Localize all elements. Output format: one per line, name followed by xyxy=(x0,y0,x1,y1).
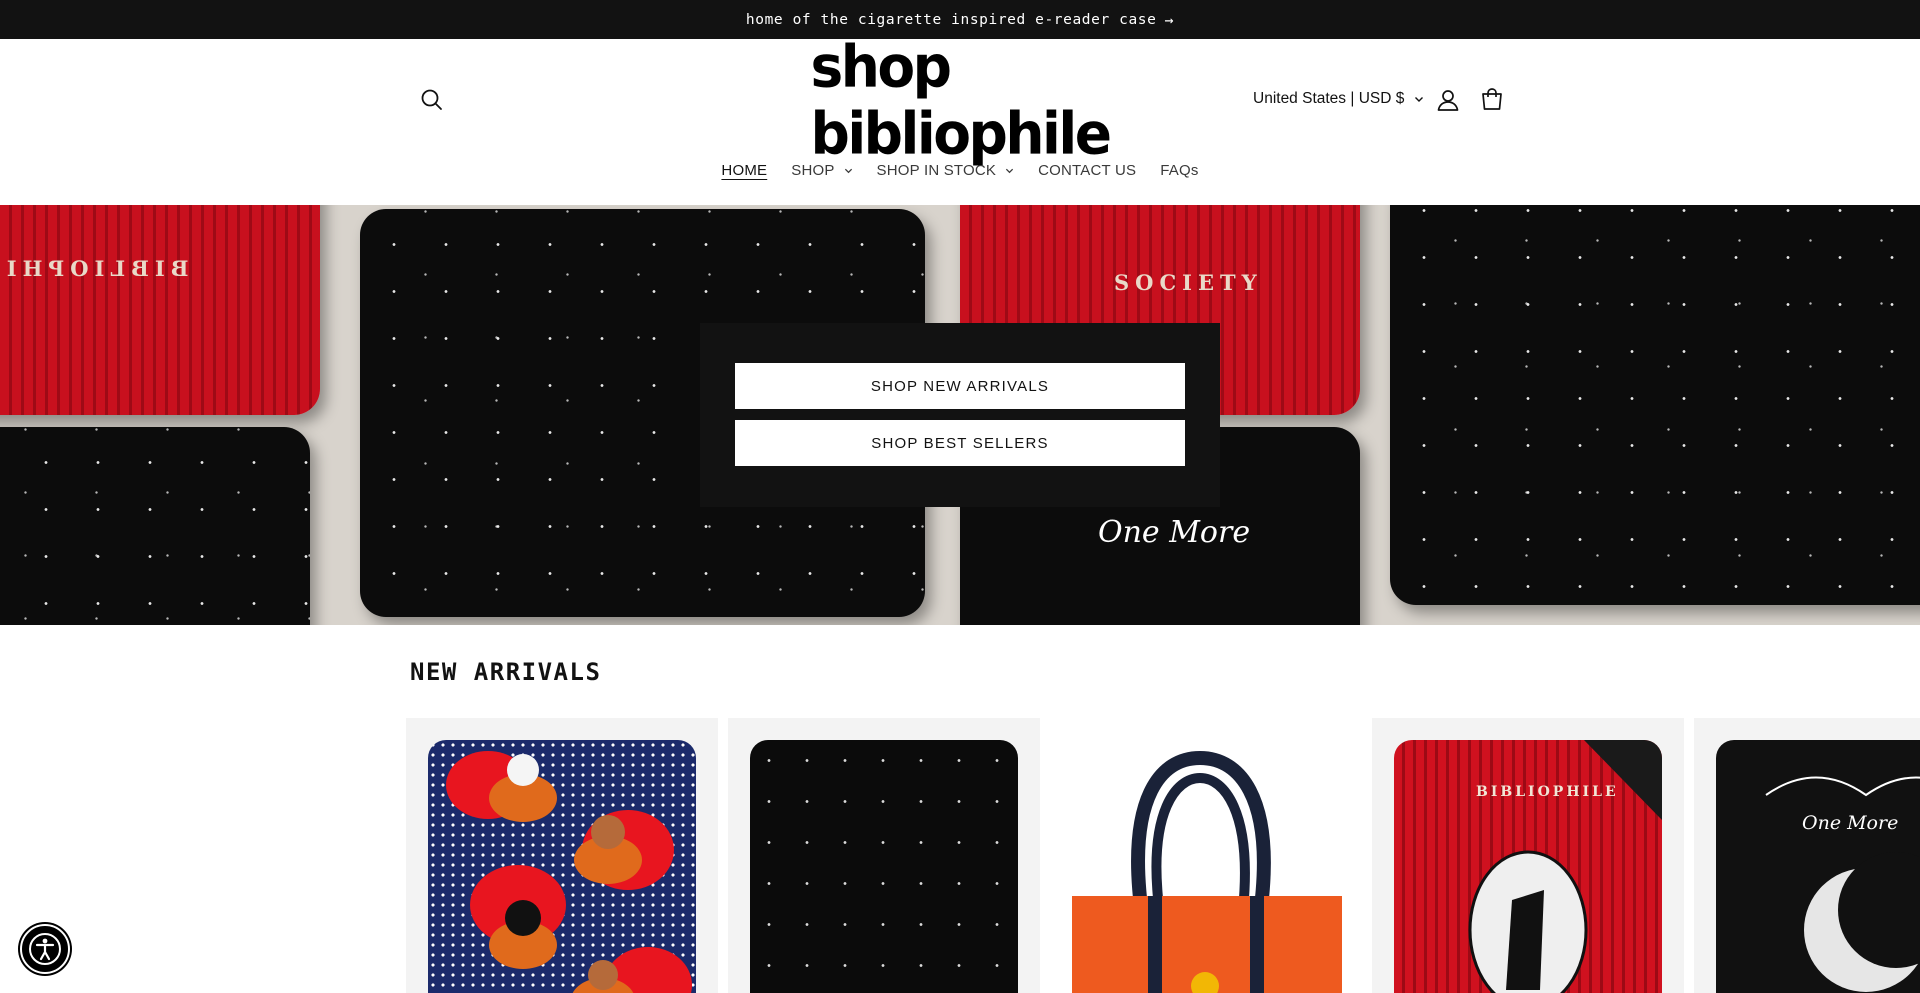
nav-item-shop-in-stock[interactable]: SHOP IN STOCK xyxy=(877,157,1015,183)
product-card[interactable]: One More xyxy=(1694,718,1920,993)
nav-item-shop[interactable]: SHOP xyxy=(791,157,852,183)
product-card[interactable] xyxy=(728,718,1040,993)
cart-button[interactable] xyxy=(1478,85,1506,113)
shop-best-sellers-button[interactable]: SHOP BEST SELLERS xyxy=(735,420,1185,466)
hero-case-image xyxy=(0,427,310,625)
country-currency-selector[interactable]: United States | USD $ xyxy=(1253,87,1424,111)
accessibility-widget-button[interactable] xyxy=(20,924,70,974)
chevron-down-icon xyxy=(1415,97,1424,102)
nav-item-home[interactable]: HOME xyxy=(721,157,767,183)
product-image xyxy=(428,740,696,993)
product-image xyxy=(750,740,1018,993)
library-oval-icon xyxy=(1468,740,1662,993)
site-header: shop bibliophile United States | USD $ H… xyxy=(0,33,1920,205)
nav-item-label: HOME xyxy=(721,161,768,179)
product-card[interactable] xyxy=(406,718,718,993)
case-script-text: One More xyxy=(1098,515,1251,550)
hero-cta-panel: SHOP NEW ARRIVALS SHOP BEST SELLERS xyxy=(700,323,1220,507)
product-card[interactable]: BIBLIOPHILE xyxy=(1372,718,1684,993)
announcement-text[interactable]: home of the cigarette inspired e-reader … xyxy=(746,12,1157,28)
product-label: BIBLIOPHILE xyxy=(1476,784,1619,800)
pumpkin-pattern-icon xyxy=(446,751,692,993)
case-engraving: SOCIETY xyxy=(1114,270,1263,295)
tote-bag-image xyxy=(1072,750,1342,993)
nav-item-label: FAQs xyxy=(1160,161,1199,179)
search-button[interactable] xyxy=(418,86,446,114)
nav-item-label: CONTACT US xyxy=(1038,161,1137,179)
crescent-moon-icon xyxy=(1765,776,1920,992)
locale-label: United States | USD $ xyxy=(1253,90,1405,107)
new-arrivals-carousel: BIBLIOPHILE One More xyxy=(406,718,1920,993)
product-image: BIBLIOPHILE xyxy=(1394,740,1662,993)
product-label: One More xyxy=(1802,812,1899,834)
nav-item-faqs[interactable]: FAQs xyxy=(1160,157,1198,183)
site-logo[interactable]: shop bibliophile xyxy=(810,33,1112,167)
product-image: One More xyxy=(1716,740,1920,993)
account-icon xyxy=(1437,90,1459,111)
main-navigation: HOME SHOP SHOP IN STOCK CONTACT US FAQs xyxy=(0,157,1920,183)
account-button[interactable] xyxy=(1434,86,1462,114)
hero-case-image: BIBLIOPHILE xyxy=(0,205,320,415)
case-engraving: BIBLIOPHILE xyxy=(0,256,189,281)
hero-case-image xyxy=(1390,205,1920,605)
nav-item-label: SHOP IN STOCK xyxy=(876,161,997,179)
chevron-down-icon xyxy=(844,168,852,173)
new-arrivals-heading: NEW ARRIVALS xyxy=(410,658,602,686)
shop-new-arrivals-button[interactable]: SHOP NEW ARRIVALS xyxy=(735,363,1185,409)
hero-banner: BIBLIOPHILE SOCIETY One More SHOP NEW AR… xyxy=(0,205,1920,625)
cart-icon xyxy=(1482,88,1502,110)
nav-item-label: SHOP xyxy=(791,161,835,179)
accessibility-icon xyxy=(29,933,61,965)
chevron-down-icon xyxy=(1006,168,1014,173)
arrow-right-icon: → xyxy=(1164,10,1175,29)
product-card[interactable] xyxy=(1050,718,1362,993)
search-icon xyxy=(421,89,442,110)
nav-item-contact-us[interactable]: CONTACT US xyxy=(1038,157,1136,183)
